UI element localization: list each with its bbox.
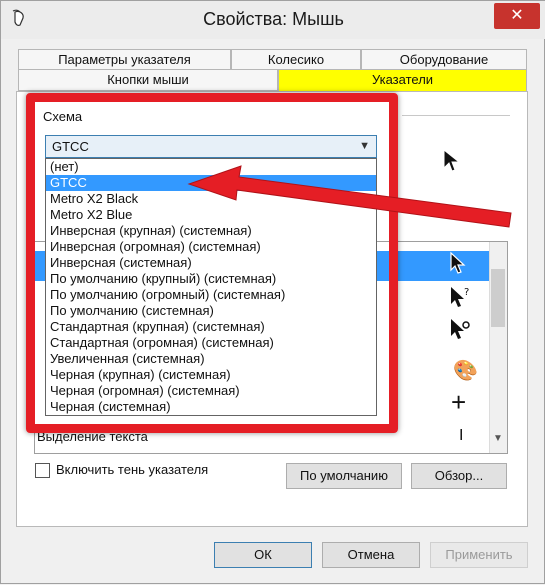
annotation-arrow-icon [187,165,512,228]
pointer-shadow-label: Включить тень указателя [56,462,209,477]
cancel-button[interactable]: Отмена [322,542,420,568]
use-default-button[interactable]: По умолчанию [286,463,402,489]
browse-button[interactable]: Обзор... [411,463,507,489]
pointer-shadow-checkbox[interactable] [35,463,50,478]
mouse-properties-window: Свойства: Мышь ✕ Параметры указателя Кол… [0,0,545,584]
ok-button[interactable]: ОК [214,542,312,568]
apply-button[interactable]: Применить [430,542,528,568]
